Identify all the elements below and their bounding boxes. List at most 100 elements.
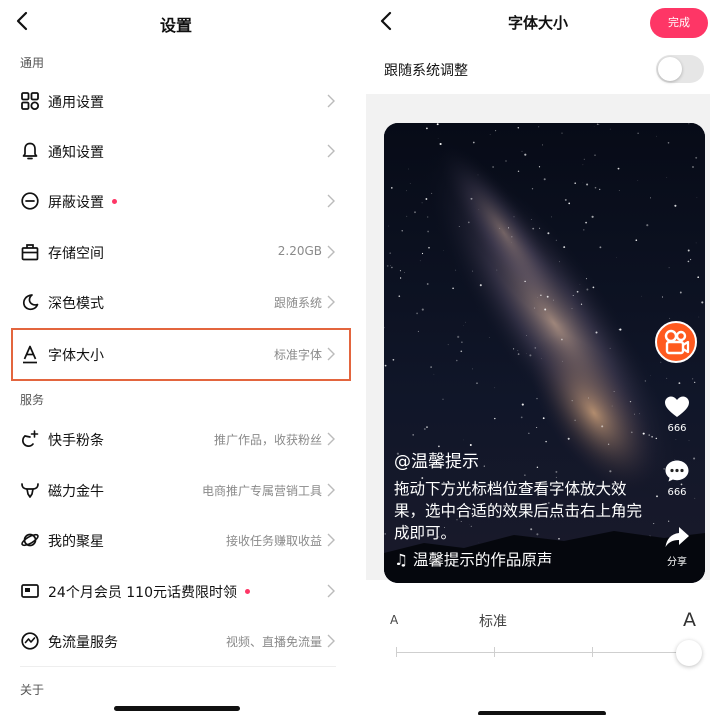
star (521, 150, 523, 152)
star (404, 271, 406, 273)
star (690, 258, 692, 261)
settings-item-membership-promo[interactable]: 24个月会员 110元话费限时领 (0, 566, 352, 616)
star (649, 197, 652, 199)
star (546, 295, 549, 298)
font-small-label: A (390, 613, 399, 627)
settings-item-star-tasks[interactable]: 我的聚星 接收任务赚取收益 (0, 515, 352, 565)
settings-item-notification[interactable]: 通知设置 (0, 126, 352, 176)
star (505, 160, 507, 162)
settings-item-storage[interactable]: 存储空间 2.20GB (0, 227, 352, 277)
star (582, 164, 584, 166)
star (561, 132, 563, 134)
star (529, 354, 532, 357)
settings-item-label: 屏蔽设置 (48, 192, 117, 212)
settings-item-fan-promo[interactable]: 快手粉条 推广作品，收获粉丝 (0, 414, 352, 464)
settings-item-value: 电商推广专属营销工具 (201, 484, 322, 498)
star (470, 197, 473, 200)
star (427, 230, 429, 233)
share-label: 分享 (667, 557, 687, 568)
section-about-header: 关于 (20, 683, 45, 697)
settings-item-block[interactable]: 屏蔽设置 (0, 176, 352, 226)
star (492, 166, 494, 168)
font-size-panel: 字体大小 完成 跟随系统调整 666 666 分享 @温馨提示 拖动下方光标档位… (366, 0, 710, 715)
star (634, 413, 635, 415)
settings-nav-bar: 设置 (0, 0, 352, 44)
star (648, 434, 650, 436)
star (437, 138, 439, 139)
chevron-right-icon (326, 583, 336, 598)
star (472, 368, 474, 370)
settings-item-general[interactable]: 通用设置 (0, 76, 352, 126)
star (425, 198, 428, 200)
star (390, 187, 393, 189)
settings-item-value: 推广作品，收获粉丝 (213, 433, 322, 447)
star (536, 397, 538, 400)
star (534, 347, 537, 349)
star (513, 348, 515, 350)
star (579, 284, 581, 285)
star (588, 397, 589, 399)
star (489, 134, 491, 135)
star (398, 295, 401, 298)
star (586, 288, 589, 291)
done-button[interactable]: 完成 (650, 8, 708, 38)
star (635, 239, 638, 241)
star (406, 190, 407, 192)
settings-item-value: 跟随系统 (273, 296, 322, 310)
star (609, 128, 611, 130)
star (611, 405, 613, 407)
star (564, 198, 567, 201)
star (452, 287, 454, 290)
star (675, 439, 677, 440)
star (692, 378, 694, 380)
star (629, 400, 632, 403)
star (521, 403, 524, 406)
star (559, 261, 560, 263)
chevron-right-icon (326, 193, 336, 208)
star (524, 280, 526, 283)
star (617, 167, 620, 170)
star (458, 225, 460, 228)
star (542, 144, 544, 146)
comment-icon (665, 460, 689, 482)
star (637, 180, 639, 181)
settings-item-label-text: 屏蔽设置 (48, 195, 104, 211)
chevron-right-icon (326, 93, 336, 108)
font-size-slider-track[interactable] (396, 652, 692, 653)
star (609, 347, 611, 349)
settings-item-magnet-bull[interactable]: 磁力金牛 电商推广专属营销工具 (0, 465, 352, 515)
star (532, 227, 535, 230)
star (472, 141, 475, 144)
settings-item-value: 2.20GB (277, 244, 322, 258)
settings-item-label-text: 24个月会员 110元话费限时领 (48, 585, 237, 601)
settings-item-data-free[interactable]: 免流量服务 视频、直播免流量 (0, 616, 352, 666)
star (495, 130, 497, 132)
star (583, 229, 585, 231)
star (545, 440, 547, 443)
star (613, 391, 615, 392)
highlight-box (11, 328, 351, 381)
font-size-slider-panel: A 标准 A (366, 583, 710, 715)
star (594, 154, 596, 156)
chevron-right-icon (326, 633, 336, 648)
font-size-slider-knob[interactable] (676, 640, 702, 666)
star (412, 434, 415, 436)
star (524, 153, 527, 156)
star (428, 246, 430, 249)
follow-system-toggle[interactable] (656, 55, 704, 83)
toggle-knob (658, 57, 682, 81)
star (698, 124, 699, 126)
star (386, 265, 389, 267)
star (667, 142, 670, 144)
star (499, 227, 501, 229)
font-standard-label: 标准 (479, 614, 507, 630)
star (426, 127, 428, 130)
chevron-right-icon (326, 143, 336, 158)
promote-icon (20, 429, 40, 449)
divider (20, 666, 336, 667)
star (417, 330, 419, 333)
card-icon (20, 581, 40, 601)
star (496, 269, 498, 271)
settings-item-label: 深色模式 (48, 296, 104, 312)
settings-item-dark-mode[interactable]: 深色模式 跟随系统 (0, 277, 352, 327)
